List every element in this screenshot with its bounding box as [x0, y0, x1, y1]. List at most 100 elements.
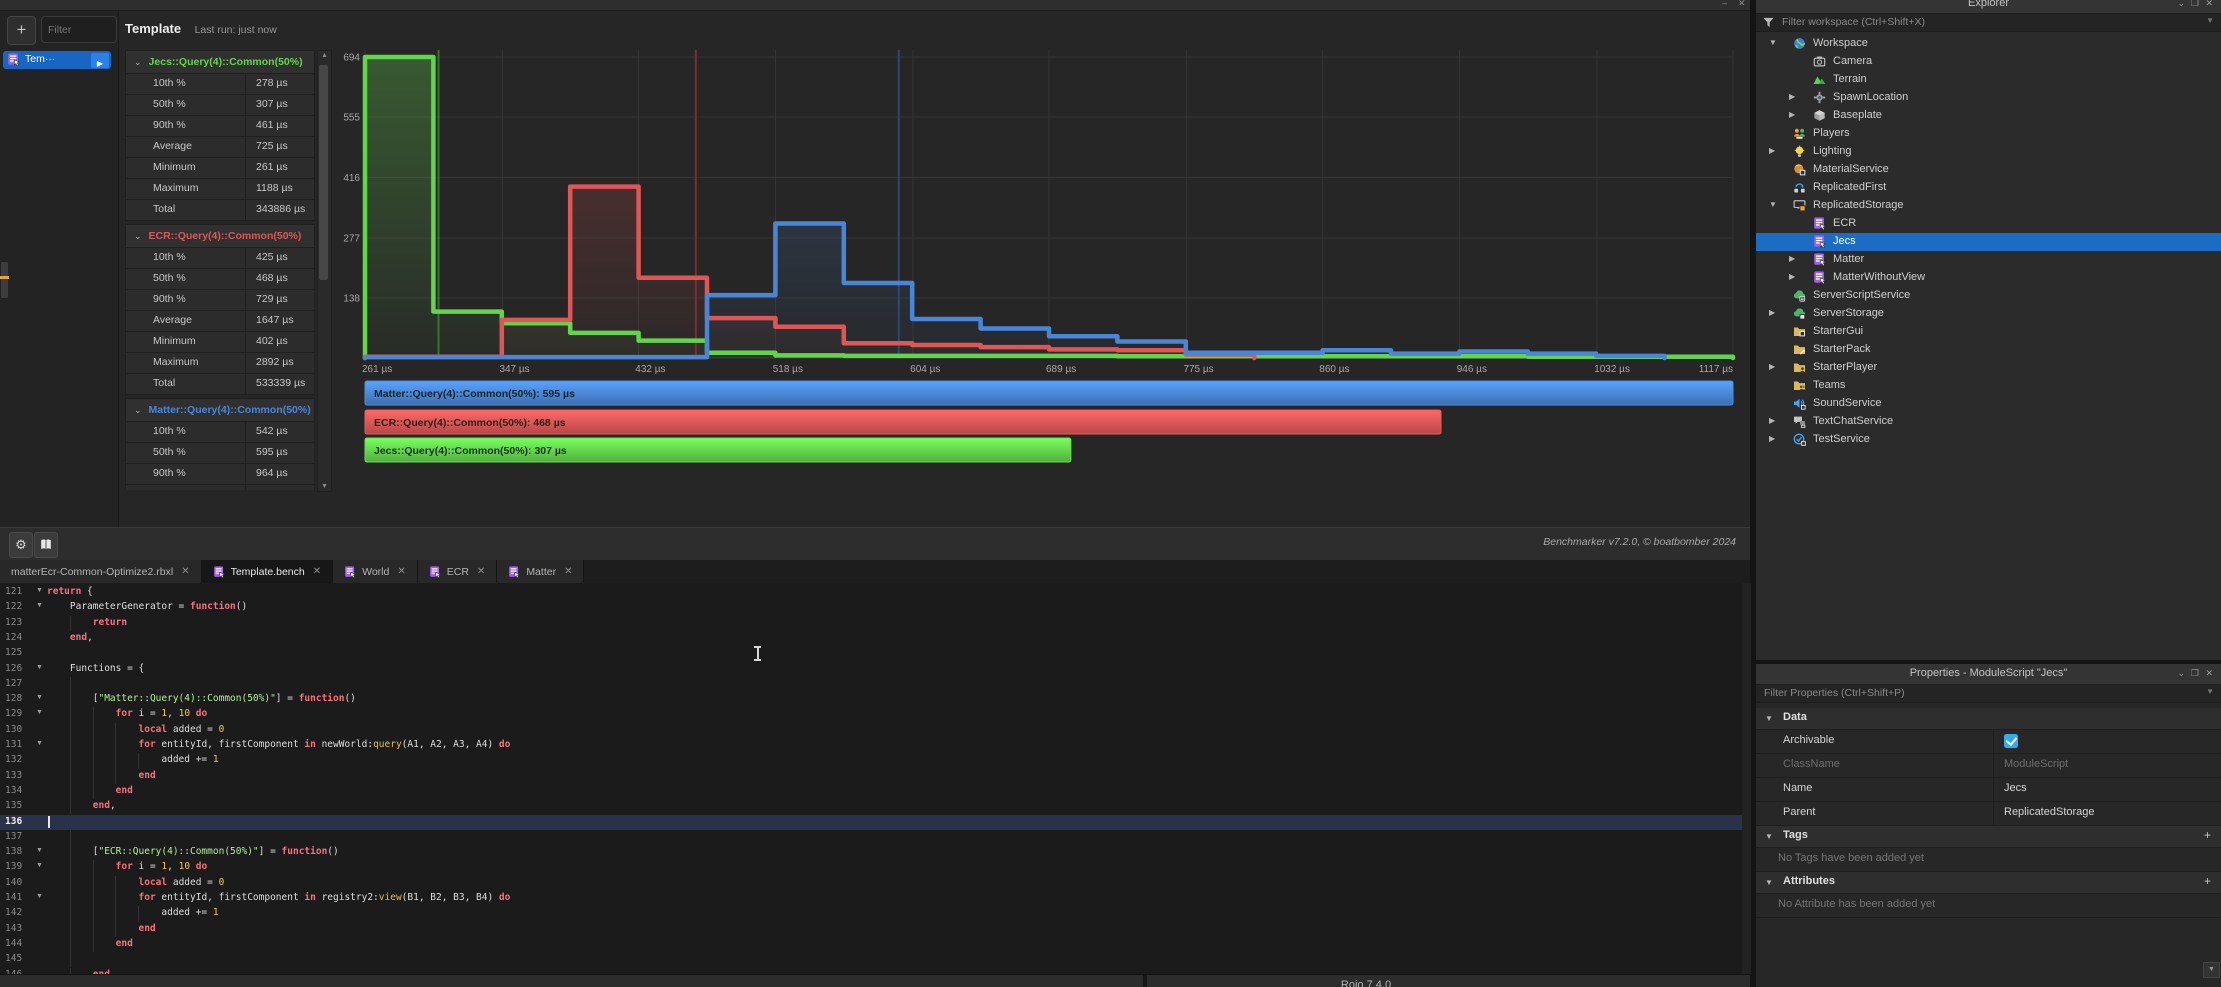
code-line[interactable]: 124 end,	[0, 631, 1750, 646]
code-line[interactable]: 139▼ for i = 1, 10 do	[0, 860, 1750, 875]
dock-divider[interactable]	[1143, 975, 1147, 987]
tree-expander-icon[interactable]: ▶	[1769, 416, 1775, 425]
property-value[interactable]: Jecs	[2004, 782, 2027, 794]
stats-section-header[interactable]: ⌄Matter::Query(4)::Common(50%)	[125, 398, 315, 422]
tree-item-testservice[interactable]: ▶TestService	[1756, 431, 2221, 449]
tab-close-icon[interactable]: ✕	[564, 566, 572, 577]
benchmark-list-item[interactable]: Tem··· ▶	[3, 51, 111, 69]
tab-close-icon[interactable]: ✕	[181, 566, 189, 577]
tree-expander-icon[interactable]: ▶	[1769, 146, 1775, 155]
add-benchmark-button[interactable]: +	[7, 16, 36, 45]
archivable-checkbox[interactable]	[2004, 734, 2018, 748]
minimize-icon[interactable]: –	[1722, 0, 1727, 8]
code-line[interactable]: 142 added += 1	[0, 906, 1750, 921]
code-line[interactable]: 129▼ for i = 1, 10 do	[0, 707, 1750, 722]
tree-item-teams[interactable]: Teams	[1756, 377, 2221, 395]
chevron-down-icon[interactable]: ⌄	[2177, 668, 2185, 679]
tree-item-matter[interactable]: ▶Matter	[1756, 251, 2221, 269]
property-value[interactable]: ReplicatedStorage	[2004, 806, 2095, 818]
explorer-titlebar[interactable]: Explorer ⌄ ❐ ✕	[1756, 0, 2221, 14]
docs-button[interactable]	[34, 532, 58, 558]
tree-item-starterplayer[interactable]: ▶StarterPlayer	[1756, 359, 2221, 377]
code-line[interactable]: 143 end	[0, 922, 1750, 937]
chevron-down-icon[interactable]: ▼	[1765, 878, 1773, 887]
tree-item-serverscriptservice[interactable]: ServerScriptService	[1756, 287, 2221, 305]
fold-arrow-icon[interactable]: ▼	[36, 664, 43, 671]
properties-section-tags[interactable]: ▼Tags+	[1756, 826, 2221, 848]
tree-item-camera[interactable]: Camera	[1756, 53, 2221, 71]
properties-titlebar[interactable]: Properties - ModuleScript "Jecs" ⌄ ❐ ✕	[1756, 664, 2221, 685]
tree-item-startergui[interactable]: StarterGui	[1756, 323, 2221, 341]
code-line[interactable]: 130 local added = 0	[0, 723, 1750, 738]
filter-dropdown-icon[interactable]: ▼	[2206, 16, 2214, 25]
tab-close-icon[interactable]: ✕	[397, 566, 405, 577]
tree-item-replicatedstorage[interactable]: ▼ReplicatedStorage	[1756, 197, 2221, 215]
tree-expander-icon[interactable]: ▶	[1769, 434, 1775, 443]
code-line[interactable]: 133 end	[0, 769, 1750, 784]
add-tags-button[interactable]: +	[2204, 828, 2211, 842]
fold-arrow-icon[interactable]: ▼	[36, 740, 43, 747]
tree-item-spawnlocation[interactable]: ▶SpawnLocation	[1756, 89, 2221, 107]
tree-item-terrain[interactable]: Terrain	[1756, 71, 2221, 89]
tree-item-workspace[interactable]: ▼Workspace	[1756, 35, 2221, 53]
code-line[interactable]: 134 end	[0, 784, 1750, 799]
fold-arrow-icon[interactable]: ▼	[36, 862, 43, 869]
fold-arrow-icon[interactable]: ▼	[36, 587, 43, 594]
tree-item-starterpack[interactable]: StarterPack	[1756, 341, 2221, 359]
code-line[interactable]: 131▼ for entityId, firstComponent in new…	[0, 738, 1750, 753]
rojo-panel-label[interactable]: Rojo 7.4.0	[1341, 979, 1391, 987]
code-editor[interactable]: 121▼return {122▼ ParameterGenerator = fu…	[0, 583, 1750, 974]
tab-close-icon[interactable]: ✕	[313, 566, 321, 577]
tree-item-materialservice[interactable]: MaterialService	[1756, 161, 2221, 179]
tree-expander-icon[interactable]: ▶	[1769, 308, 1775, 317]
tree-expander-icon[interactable]: ▶	[1789, 110, 1795, 119]
explorer-filter[interactable]: Filter workspace (Ctrl+Shift+X) ▼	[1756, 14, 2221, 32]
fold-arrow-icon[interactable]: ▼	[36, 602, 43, 609]
properties-section-data[interactable]: ▼Data	[1756, 708, 2221, 730]
code-line[interactable]: 138▼ ["ECR::Query(4)::Common(50%)"] = fu…	[0, 845, 1750, 860]
tree-item-jecs[interactable]: Jecs	[1756, 233, 2221, 251]
tree-item-matterwithoutview[interactable]: ▶MatterWithoutView	[1756, 269, 2221, 287]
run-benchmark-button[interactable]: ▶	[91, 53, 109, 68]
benchmark-filter-input[interactable]	[41, 16, 117, 43]
code-line[interactable]: 141▼ for entityId, firstComponent in reg…	[0, 891, 1750, 906]
chevron-down-icon[interactable]: ▼	[1765, 714, 1773, 723]
code-line[interactable]: 128▼ ["Matter::Query(4)::Common(50%)"] =…	[0, 692, 1750, 707]
close-icon[interactable]: ✕	[2205, 668, 2213, 679]
code-line[interactable]: 125	[0, 646, 1750, 661]
tab-world[interactable]: World✕	[333, 560, 418, 583]
code-line[interactable]: 122▼ ParameterGenerator = function()	[0, 600, 1750, 615]
code-line[interactable]: 140 local added = 0	[0, 876, 1750, 891]
editor-scrollbar-thumb[interactable]	[1, 262, 8, 298]
stats-section-header[interactable]: ⌄ECR::Query(4)::Common(50%)	[125, 224, 315, 248]
tree-expander-icon[interactable]: ▶	[1789, 92, 1795, 101]
code-line[interactable]: 121▼return {	[0, 585, 1750, 600]
scrollbar-thumb[interactable]	[319, 65, 328, 280]
code-line[interactable]: 126▼ Functions = {	[0, 662, 1750, 677]
tab-template-bench[interactable]: Template.bench✕	[202, 560, 334, 583]
properties-corner-dropdown[interactable]: ▼	[2203, 962, 2220, 978]
settings-button[interactable]: ⚙	[9, 532, 33, 558]
code-line[interactable]: 123 return	[0, 616, 1750, 631]
stats-section-header[interactable]: ⌄Jecs::Query(4)::Common(50%)	[125, 50, 315, 74]
code-line[interactable]: 127	[0, 677, 1750, 692]
tree-item-ecr[interactable]: ECR	[1756, 215, 2221, 233]
close-icon[interactable]: ✕	[2205, 0, 2213, 9]
fold-arrow-icon[interactable]: ▼	[36, 709, 43, 716]
tab-close-icon[interactable]: ✕	[477, 566, 485, 577]
filter-dropdown-icon[interactable]: ▼	[2206, 687, 2214, 696]
float-window-icon[interactable]: ❐	[2191, 668, 2199, 679]
tree-item-players[interactable]: Players	[1756, 125, 2221, 143]
code-line[interactable]: 137	[0, 830, 1750, 845]
code-line[interactable]: 135 end,	[0, 799, 1750, 814]
editor-scrollbar[interactable]	[1742, 583, 1751, 974]
fold-arrow-icon[interactable]: ▼	[36, 694, 43, 701]
tree-expander-icon[interactable]: ▶	[1769, 362, 1775, 371]
tab-matter[interactable]: Matter✕	[497, 560, 584, 583]
tab-ecr[interactable]: ECR✕	[418, 560, 498, 583]
tree-item-textchatservice[interactable]: ▶TextChatService	[1756, 413, 2221, 431]
properties-section-attributes[interactable]: ▼Attributes+	[1756, 872, 2221, 894]
chevron-down-icon[interactable]: ▼	[1765, 832, 1773, 841]
tab-matterecr-common-optimize2-rbxl[interactable]: matterEcr-Common-Optimize2.rbxl✕	[0, 560, 202, 583]
fold-arrow-icon[interactable]: ▼	[36, 893, 43, 900]
